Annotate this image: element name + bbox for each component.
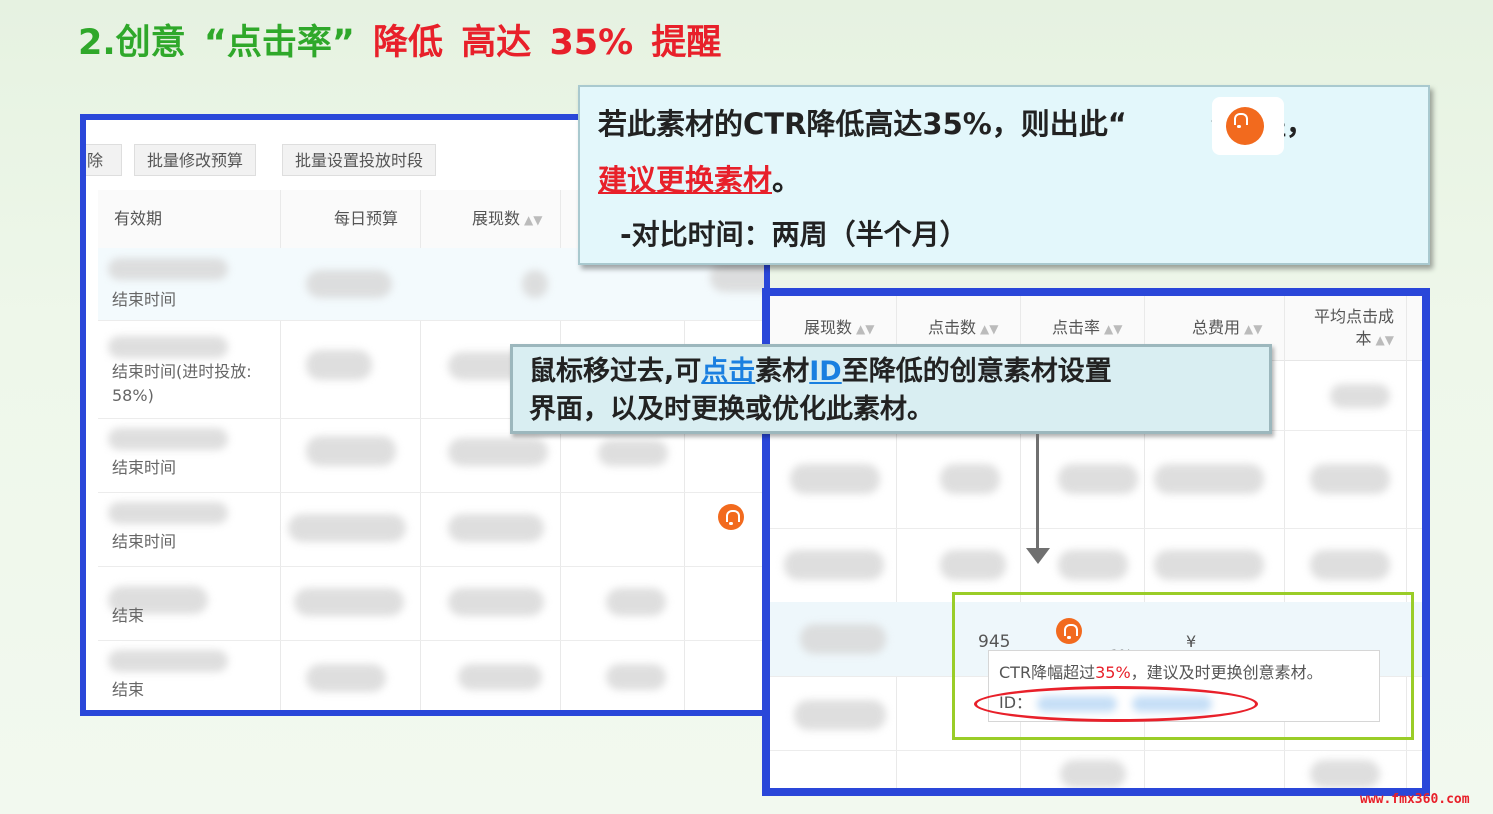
col-ctr-label: 点击率 bbox=[1052, 318, 1101, 337]
title-part-4: 高达 bbox=[461, 23, 532, 63]
id-highlight-ellipse bbox=[974, 686, 1258, 722]
title-part-1: 2.创意 bbox=[78, 23, 186, 63]
blurred-cell bbox=[288, 514, 406, 542]
blurred-cell bbox=[108, 258, 228, 280]
alert-bell-icon bbox=[1226, 107, 1264, 145]
row-label: 结束 bbox=[112, 680, 145, 699]
mid-id-link[interactable]: ID bbox=[809, 356, 841, 387]
blurred-cell bbox=[1058, 550, 1128, 580]
blurred-cell bbox=[1060, 760, 1126, 788]
row-label: 结束时间 bbox=[112, 290, 177, 309]
blurred-cell bbox=[522, 270, 548, 298]
tooltip-a: CTR降幅超过 bbox=[999, 663, 1096, 682]
blurred-cell bbox=[108, 336, 228, 358]
blurred-cell bbox=[784, 550, 884, 580]
blurred-cell bbox=[794, 700, 886, 730]
tooltip-message: CTR降幅超过35%，建议及时更换创意素材。 bbox=[999, 659, 1323, 683]
middle-callout: 鼠标移过去,可点击素材ID至降低的创意素材设置 界面，以及时更换或优化此素材。 bbox=[510, 344, 1272, 434]
top-callout: 若此素材的CTR降低高达35%，则出此“”提醒， 建议更换素材。 -对比时间：两… bbox=[578, 85, 1430, 265]
blurred-cell bbox=[294, 588, 404, 616]
blurred-cell bbox=[448, 514, 544, 542]
title-part-5: 35% bbox=[549, 23, 634, 63]
blurred-cell bbox=[1154, 464, 1264, 494]
blurred-cell bbox=[1310, 464, 1390, 494]
blurred-cell bbox=[1310, 760, 1380, 788]
col-clicks-label: 点击数 bbox=[928, 318, 977, 337]
blurred-cell bbox=[1058, 464, 1138, 494]
blurred-cell bbox=[108, 428, 228, 450]
table-row[interactable]: 结束 bbox=[98, 640, 764, 710]
blurred-cell bbox=[940, 464, 1000, 494]
blurred-cell bbox=[606, 588, 666, 616]
arrow-down-icon bbox=[1026, 548, 1050, 564]
replace-material-link[interactable]: 建议更换素材 bbox=[598, 163, 772, 197]
blurred-cell bbox=[458, 664, 542, 690]
title-part-3: 降低 bbox=[373, 23, 444, 63]
sort-icon[interactable]: ▲▼ bbox=[1376, 329, 1394, 351]
mid-click-link[interactable]: 点击 bbox=[701, 356, 755, 387]
col-impressions-label: 展现数 bbox=[472, 209, 521, 228]
title-part-6: 提醒 bbox=[651, 23, 722, 63]
col-avg-cpc[interactable]: 平均点击成本 ▲▼ bbox=[1300, 306, 1394, 356]
blurred-cell bbox=[1310, 550, 1390, 580]
bell-sample-box bbox=[1212, 97, 1284, 155]
row-label: 结束 bbox=[112, 606, 145, 625]
batch-schedule-button[interactable]: 批量设置投放时段 bbox=[282, 144, 437, 176]
tooltip-b: 35% bbox=[1095, 663, 1131, 682]
blurred-cell bbox=[606, 664, 666, 690]
row-label: 结束时间(进时投放: 58%) bbox=[112, 362, 252, 405]
blurred-cell bbox=[108, 650, 228, 672]
middle-callout-text: 鼠标移过去,可点击素材ID至降低的创意素材设置 界面，以及时更换或优化此素材。 bbox=[529, 353, 1112, 429]
blurred-cell bbox=[448, 588, 544, 616]
callout-line-1a: 若此素材的CTR降低高达35%，则出此“ bbox=[598, 107, 1127, 141]
blurred-cell bbox=[800, 624, 886, 654]
blurred-cell bbox=[448, 438, 548, 466]
batch-budget-button[interactable]: 批量修改预算 bbox=[134, 144, 257, 176]
blurred-cell bbox=[306, 436, 396, 466]
row-label: 结束时间 bbox=[112, 532, 177, 551]
table-row[interactable]: 结束时间 bbox=[98, 492, 764, 567]
col-daily-budget[interactable]: 每日预算 bbox=[334, 190, 398, 248]
table-row[interactable] bbox=[770, 750, 1422, 788]
row-label: 结束时间 bbox=[112, 458, 177, 477]
mid-t1: 鼠标移过去,可 bbox=[529, 356, 702, 387]
blurred-cell bbox=[940, 550, 1006, 580]
title-part-2: “点击率” bbox=[203, 23, 355, 63]
arrow-line bbox=[1036, 434, 1039, 554]
delete-button[interactable]: 除 bbox=[86, 144, 122, 176]
mid-t5: 至降低的创意素材设置 bbox=[841, 356, 1112, 387]
blurred-cell bbox=[306, 270, 392, 298]
blurred-cell bbox=[306, 664, 386, 692]
blurred-cell bbox=[598, 440, 668, 466]
sort-icon[interactable]: ▲▼ bbox=[524, 191, 542, 249]
blurred-cell bbox=[1330, 384, 1390, 408]
blurred-cell bbox=[108, 502, 228, 524]
col-total-cost-label: 总费用 bbox=[1192, 318, 1241, 337]
callout-line-2-end: 。 bbox=[772, 163, 802, 197]
table-row[interactable]: 结束 bbox=[98, 566, 764, 641]
blurred-cell bbox=[790, 464, 880, 494]
callout-line-1: 若此素材的CTR降低高达35%，则出此“”提醒， bbox=[598, 101, 1315, 143]
page-title: 2.创意 “点击率” 降低 高达 35% 提醒 bbox=[78, 14, 727, 64]
watermark: www.fmx360.com bbox=[1360, 792, 1470, 807]
mid-t3: 素材 bbox=[755, 356, 810, 387]
col-validity[interactable]: 有效期 bbox=[114, 190, 162, 248]
table-row[interactable] bbox=[770, 430, 1422, 529]
callout-line-3: -对比时间：两周（半个月） bbox=[620, 218, 968, 251]
alert-bell-icon[interactable] bbox=[718, 504, 744, 530]
col-impressions[interactable]: 展现数 ▲▼ bbox=[472, 190, 542, 248]
tooltip-c: ，建议及时更换创意素材。 bbox=[1130, 663, 1323, 682]
blurred-cell bbox=[710, 262, 764, 292]
mid-t6: 界面，以及时更换或优化此素材。 bbox=[529, 394, 934, 425]
col-impressions-right-label: 展现数 bbox=[804, 318, 853, 337]
callout-line-2: 建议更换素材。 bbox=[598, 157, 801, 199]
blurred-cell bbox=[1154, 550, 1264, 580]
blurred-cell bbox=[306, 350, 372, 380]
